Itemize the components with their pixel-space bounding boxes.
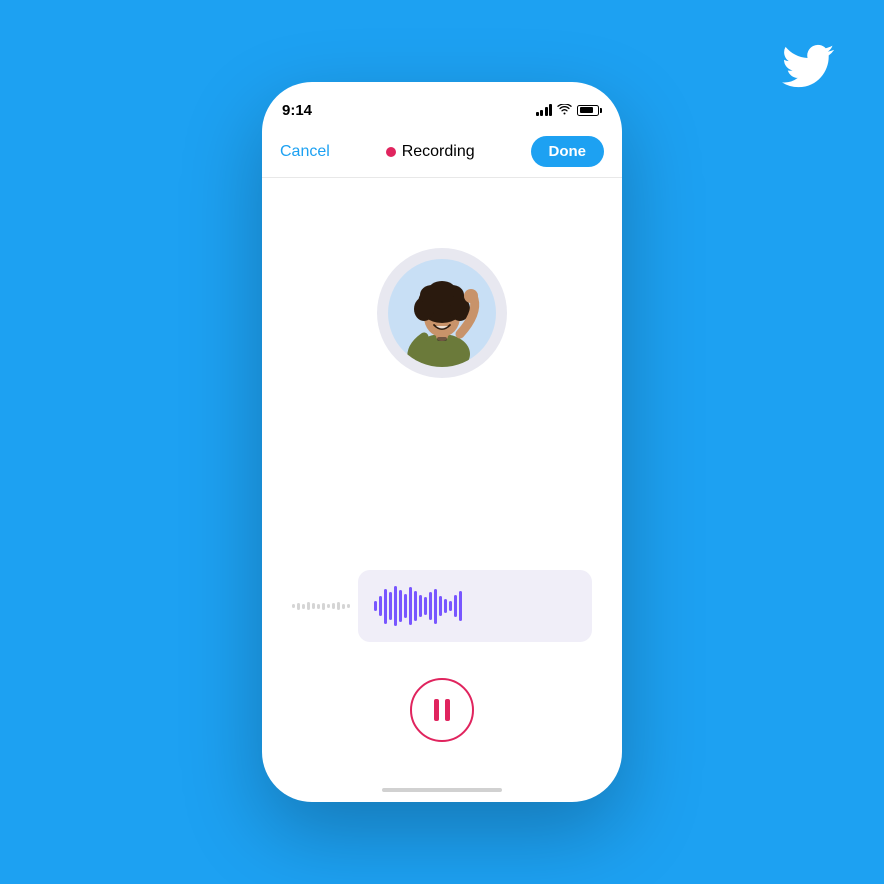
done-button[interactable]: Done [531,136,605,167]
recording-dot-icon [386,147,396,157]
recording-status: Recording [386,143,475,161]
phone-content [262,178,622,802]
signal-bars-icon [536,104,553,116]
waveform-section [262,570,622,642]
status-icons [536,103,603,118]
battery-icon [577,105,602,116]
avatar-section [377,248,507,378]
twitter-logo [782,40,834,105]
home-indicator [382,788,502,792]
cancel-button[interactable]: Cancel [280,143,330,161]
toolbar: Cancel Recording Done [262,126,622,178]
waveform-box [358,570,592,642]
waveform-left [292,602,350,610]
wifi-icon [557,103,572,118]
avatar-wrapper [377,248,507,378]
avatar [388,259,496,367]
pause-icon [434,699,450,721]
phone-notch [377,82,507,110]
phone-frame: 9:14 [262,82,622,802]
pause-button[interactable] [410,678,474,742]
status-time: 9:14 [282,102,312,119]
